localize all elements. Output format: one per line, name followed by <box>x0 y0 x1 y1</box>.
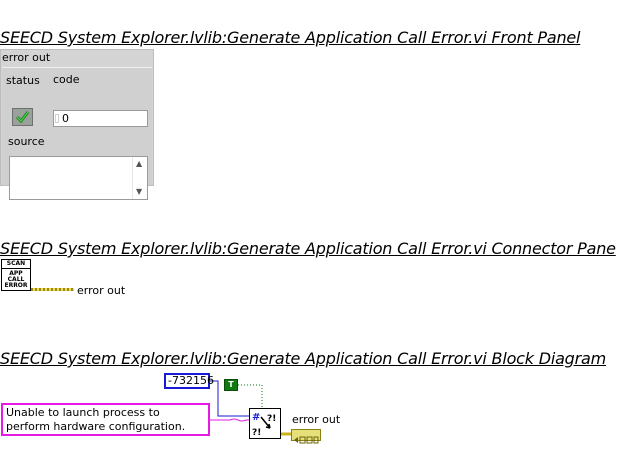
cluster-indicator-icon <box>294 436 319 444</box>
generate-error-subvi[interactable]: # ?! ?! <box>249 408 281 439</box>
boolean-constant[interactable]: T <box>224 379 238 391</box>
svg-text:?!: ?! <box>252 428 261 438</box>
string-constant[interactable]: Unable to launch process to perform hard… <box>1 403 210 436</box>
error-out-indicator[interactable] <box>291 429 321 444</box>
svg-text:#: # <box>252 412 260 423</box>
string-wire <box>210 418 249 422</box>
svg-text:?!: ?! <box>267 414 276 424</box>
indicator-label: error out <box>292 413 341 426</box>
error-generator-icon: # ?! ?! <box>252 412 276 438</box>
block-diagram-wires <box>210 380 291 436</box>
boolean-wire <box>238 384 263 408</box>
numeric-constant[interactable]: -732156 <box>164 373 214 389</box>
